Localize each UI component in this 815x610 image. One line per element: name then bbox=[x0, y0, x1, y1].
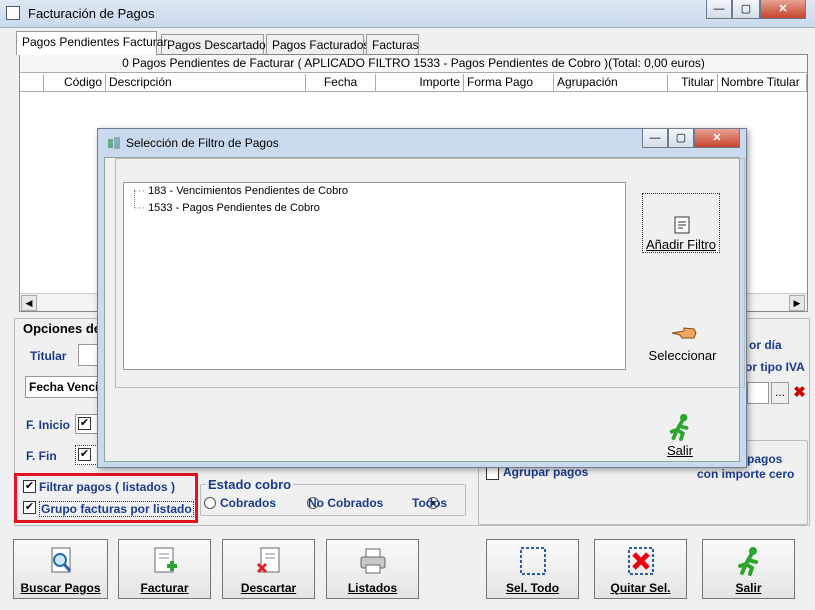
listados-button[interactable]: Listados bbox=[326, 539, 419, 599]
filter-tree[interactable]: ··· 183 - Vencimientos Pendientes de Cob… bbox=[123, 182, 626, 370]
tab-facturados[interactable]: Pagos Facturados bbox=[266, 34, 369, 54]
filtrar-pagos-checkbox[interactable]: ✔ bbox=[23, 480, 36, 493]
quitar-sel-button[interactable]: Quitar Sel. bbox=[594, 539, 687, 599]
close-button[interactable]: ✕ bbox=[760, 0, 806, 19]
grid-info: 0 Pagos Pendientes de Facturar ( APLICAD… bbox=[20, 55, 807, 73]
filtrar-pagos-label: Filtrar pagos ( listados ) bbox=[39, 480, 176, 494]
seleccionar-button[interactable]: Seleccionar bbox=[640, 326, 725, 368]
anadir-filtro-button[interactable]: Añadir Filtro bbox=[642, 193, 720, 253]
add-document-icon bbox=[154, 547, 177, 573]
printer-icon bbox=[360, 548, 385, 574]
dialog-minimize-button[interactable]: — bbox=[642, 129, 668, 148]
minimize-button[interactable]: — bbox=[706, 0, 732, 19]
col-nombre-titular[interactable]: Nombre Titular bbox=[718, 74, 807, 92]
finicio-label: F. Inicio bbox=[26, 418, 71, 432]
todos-label: Todos bbox=[412, 496, 448, 510]
buscar-pagos-button[interactable]: Buscar Pagos bbox=[13, 539, 108, 599]
cobrados-label: Cobrados bbox=[220, 496, 277, 510]
col-forma-pago[interactable]: Forma Pago bbox=[464, 74, 554, 92]
col-agrupacion[interactable]: Agrupación bbox=[554, 74, 668, 92]
main-titlebar: Facturación de Pagos — ▢ ✕ bbox=[0, 0, 815, 28]
salir-button[interactable]: Salir bbox=[702, 539, 795, 599]
note-icon bbox=[674, 216, 690, 234]
filter-dialog: Selección de Filtro de Pagos — ▢ ✕ ··· 1… bbox=[97, 128, 747, 468]
grid-selector-col bbox=[20, 74, 44, 92]
dialog-app-icon bbox=[108, 137, 120, 149]
right-input[interactable] bbox=[747, 382, 769, 404]
tab-pendientes[interactable]: Pagos Pendientes Facturar bbox=[16, 31, 167, 55]
dialog-close-button[interactable]: ✕ bbox=[694, 129, 740, 148]
dialog-titlebar: Selección de Filtro de Pagos — ▢ ✕ bbox=[98, 129, 746, 157]
running-man-icon bbox=[669, 413, 689, 441]
grupo-facturas-checkbox[interactable]: ✔ bbox=[23, 501, 36, 514]
por-tipo-iva-label: or tipo IVA bbox=[745, 360, 805, 374]
col-titular[interactable]: Titular bbox=[668, 74, 718, 92]
importe-cero-label: con importe cero bbox=[697, 467, 795, 481]
window-title: Facturación de Pagos bbox=[28, 6, 155, 21]
tab-descartados[interactable]: Pagos Descartados bbox=[161, 34, 272, 54]
dialog-salir-button[interactable]: Salir bbox=[655, 413, 705, 459]
clear-x-icon[interactable]: ✖ bbox=[791, 382, 808, 404]
running-man-icon bbox=[737, 547, 758, 576]
por-dia-label: or día bbox=[749, 338, 782, 352]
col-descripcion[interactable]: Descripción bbox=[106, 74, 306, 92]
dialog-maximize-button[interactable]: ▢ bbox=[668, 129, 694, 148]
scroll-left-arrow[interactable]: ◀ bbox=[21, 295, 37, 311]
dialog-body: ··· 183 - Vencimientos Pendientes de Cob… bbox=[104, 157, 745, 462]
tree-node[interactable]: ··· 183 - Vencimientos Pendientes de Cob… bbox=[134, 185, 348, 197]
scroll-right-arrow[interactable]: ▶ bbox=[789, 295, 805, 311]
deselect-icon bbox=[627, 547, 654, 575]
app-icon bbox=[6, 6, 20, 20]
tab-facturas[interactable]: Facturas bbox=[366, 34, 419, 54]
col-importe[interactable]: Importe bbox=[376, 74, 464, 92]
discard-document-icon bbox=[256, 547, 279, 574]
select-all-icon bbox=[519, 547, 546, 575]
maximize-button[interactable]: ▢ bbox=[732, 0, 760, 19]
options-title: Opciones de bbox=[21, 321, 104, 336]
search-icon bbox=[51, 547, 71, 573]
col-fecha[interactable]: Fecha bbox=[306, 74, 376, 92]
pagos-label: pagos bbox=[747, 452, 783, 466]
no-cobrados-label: No Cobrados bbox=[308, 496, 384, 510]
dialog-title: Selección de Filtro de Pagos bbox=[126, 136, 279, 150]
col-codigo[interactable]: Código bbox=[44, 74, 106, 92]
ellipsis-button[interactable]: ... bbox=[771, 382, 789, 404]
facturar-button[interactable]: Facturar bbox=[118, 539, 211, 599]
pointing-hand-icon bbox=[671, 327, 697, 339]
fecha-select[interactable]: Fecha Venci bbox=[25, 376, 105, 398]
grupo-facturas-label: Grupo facturas por listado bbox=[39, 501, 194, 517]
descartar-button[interactable]: Descartar bbox=[222, 539, 315, 599]
estado-cobro-title: Estado cobro bbox=[206, 477, 294, 492]
sel-todo-button[interactable]: Sel. Todo bbox=[486, 539, 579, 599]
titular-label: Titular bbox=[30, 349, 67, 363]
agrupar-pagos-checkbox[interactable] bbox=[486, 467, 499, 480]
ffin-label: F. Fin bbox=[26, 449, 57, 463]
tree-node[interactable]: ··· 1533 - Pagos Pendientes de Cobro bbox=[134, 202, 320, 214]
cobrados-radio[interactable] bbox=[204, 497, 216, 509]
